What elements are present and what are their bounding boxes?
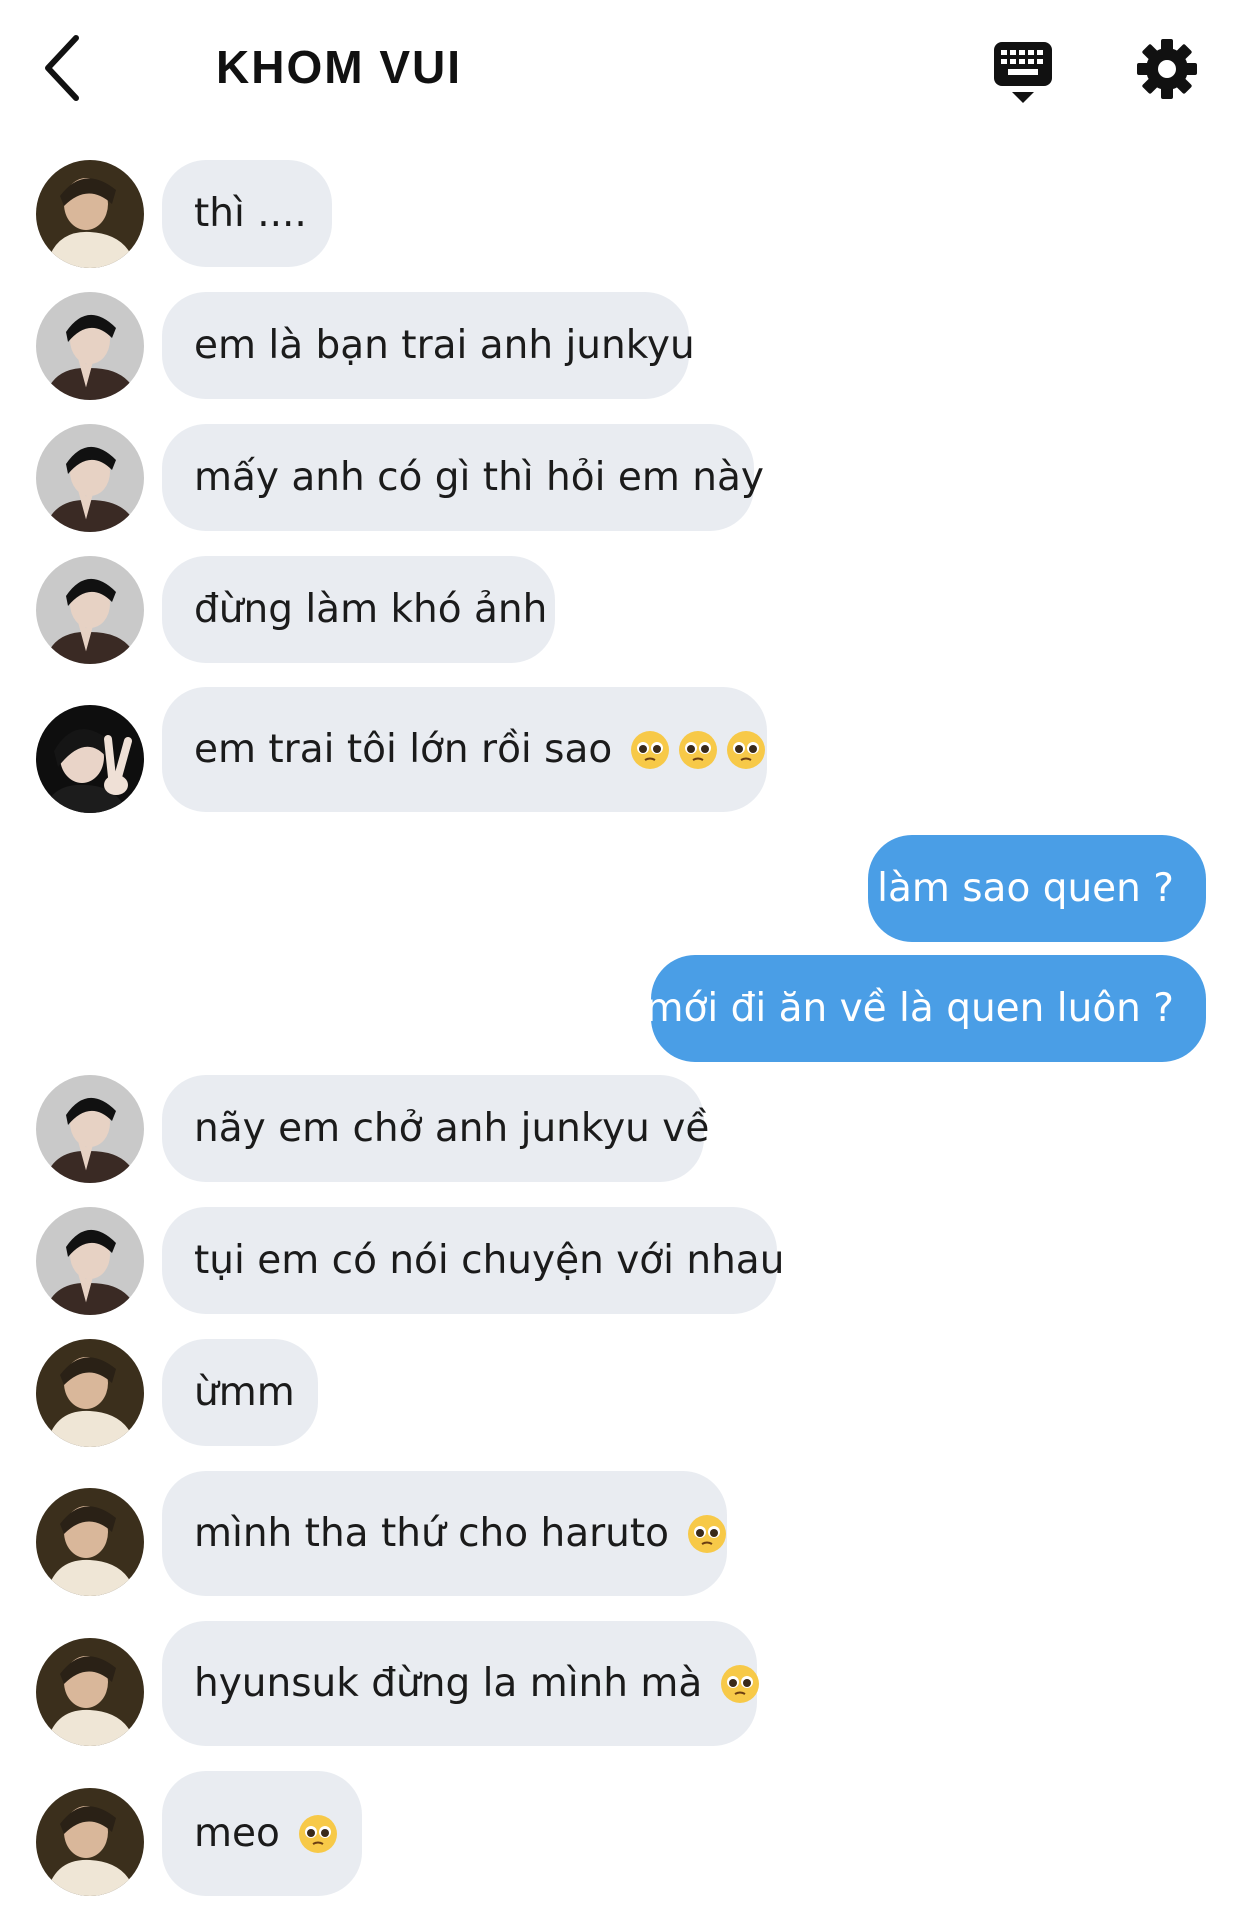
avatar[interactable] <box>36 1339 144 1447</box>
message-text: nãy em chở anh junkyu về <box>194 1106 710 1151</box>
message-text: hyunsuk đừng la mình mà <box>194 1661 703 1706</box>
pleading-face-emoji-icon <box>727 730 766 769</box>
message-bubble-incoming[interactable]: thì .... <box>162 160 332 267</box>
avatar-dark-jacket-image <box>36 1075 144 1183</box>
message-bubble-outgoing[interactable]: làm sao quen ? <box>868 835 1206 942</box>
message-bubble-outgoing[interactable]: mới đi ăn về là quen luôn ? <box>646 955 1206 1062</box>
message-bubble-incoming[interactable]: em trai tôi lớn rồi sao <box>162 687 767 812</box>
avatar-cream-sweater-image <box>36 1638 144 1746</box>
pleading-face-emoji-icon <box>631 730 670 769</box>
avatar[interactable] <box>36 1788 144 1896</box>
message-text: tụi em có nói chuyện với nhau <box>194 1238 785 1283</box>
message-text: em là bạn trai anh junkyu <box>194 323 695 368</box>
avatar[interactable] <box>36 1638 144 1746</box>
pleading-face-emoji-icon <box>679 730 718 769</box>
avatar[interactable] <box>36 424 144 532</box>
avatar-cream-sweater-image <box>36 1339 144 1447</box>
message-text: em trai tôi lớn rồi sao <box>194 727 613 772</box>
pleading-face-emoji-icon <box>688 1514 727 1553</box>
avatar[interactable] <box>36 1075 144 1183</box>
avatar-dark-jacket-image <box>36 1207 144 1315</box>
avatar[interactable] <box>36 292 144 400</box>
message-bubble-incoming[interactable]: mấy anh có gì thì hỏi em này <box>162 424 764 531</box>
avatar[interactable] <box>36 1207 144 1315</box>
message-bubble-incoming[interactable]: ừmm <box>162 1339 318 1446</box>
avatar-dark-jacket-image <box>36 292 144 400</box>
pleading-face-emoji-icon <box>721 1664 760 1703</box>
message-bubble-incoming[interactable]: em là bạn trai anh junkyu <box>162 292 695 399</box>
message-text: ừmm <box>194 1370 295 1415</box>
pleading-face-emoji-icon <box>298 1814 337 1853</box>
message-bubble-incoming[interactable]: hyunsuk đừng la mình mà <box>162 1621 760 1746</box>
message-text: mấy anh có gì thì hỏi em này <box>194 455 764 500</box>
avatar[interactable] <box>36 556 144 664</box>
message-text: đừng làm khó ảnh <box>194 587 548 632</box>
message-text: thì .... <box>194 191 307 236</box>
message-bubble-incoming[interactable]: meo <box>162 1771 362 1896</box>
message-text: mình tha thứ cho haruto <box>194 1511 670 1556</box>
message-list: thì .... em là bạn trai anh junkyu mấy a… <box>0 0 1242 1912</box>
avatar[interactable] <box>36 1488 144 1596</box>
message-bubble-incoming[interactable]: đừng làm khó ảnh <box>162 556 555 663</box>
message-bubble-incoming[interactable]: mình tha thứ cho haruto <box>162 1471 727 1596</box>
avatar-peace-sign-image <box>36 705 144 813</box>
avatar-dark-jacket-image <box>36 424 144 532</box>
message-text: mới đi ăn về là quen luôn ? <box>645 986 1175 1031</box>
avatar[interactable] <box>36 160 144 268</box>
message-bubble-incoming[interactable]: tụi em có nói chuyện với nhau <box>162 1207 784 1314</box>
message-text: meo <box>194 1811 280 1856</box>
message-text: làm sao quen ? <box>877 866 1174 911</box>
avatar[interactable] <box>36 705 144 813</box>
avatar-cream-sweater-image <box>36 160 144 268</box>
avatar-cream-sweater-image <box>36 1788 144 1896</box>
avatar-dark-jacket-image <box>36 556 144 664</box>
avatar-cream-sweater-image <box>36 1488 144 1596</box>
message-bubble-incoming[interactable]: nãy em chở anh junkyu về <box>162 1075 709 1182</box>
